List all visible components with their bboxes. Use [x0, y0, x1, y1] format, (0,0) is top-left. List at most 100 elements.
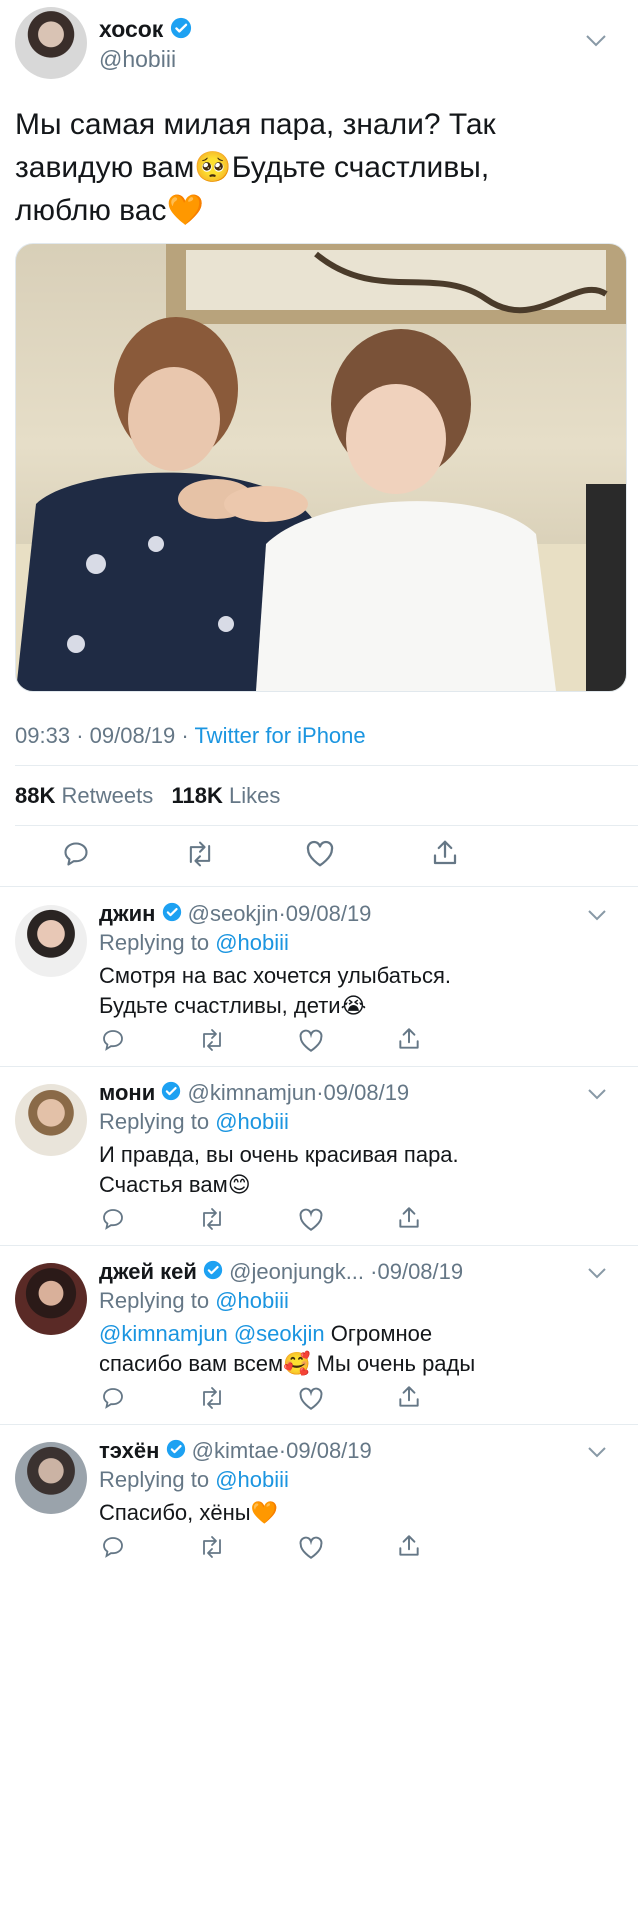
- reply-header: мони @kimnamjun·09/08/19: [99, 1079, 409, 1108]
- share-icon: [433, 840, 457, 865]
- chevron-down-icon[interactable]: [587, 908, 607, 926]
- share-button[interactable]: [396, 1026, 422, 1057]
- retweet-button[interactable]: [198, 1386, 226, 1415]
- tweet-text-line: люблю вас🧡: [15, 194, 204, 227]
- reply-author-handle[interactable]: @jeonjungk...: [229, 1259, 364, 1284]
- verified-badge-icon: [162, 901, 182, 929]
- reply-header: тэхён @kimtae·09/08/19: [99, 1437, 372, 1466]
- like-button[interactable]: [298, 1387, 324, 1416]
- share-icon: [399, 1386, 419, 1407]
- retweets-count[interactable]: 88K: [15, 783, 55, 808]
- reply-author-name[interactable]: джей кей: [99, 1259, 197, 1284]
- author-name-row[interactable]: хосок: [99, 15, 192, 45]
- divider: [15, 765, 638, 766]
- reply-author-handle[interactable]: @kimnamjun: [188, 1080, 317, 1105]
- tweet-timestamp-row: 09:33 · 09/08/19 · Twitter for iPhone: [15, 723, 366, 748]
- divider: [15, 825, 638, 826]
- retweet-icon: [203, 1536, 221, 1558]
- retweet-icon: [203, 1029, 221, 1051]
- chevron-down-icon[interactable]: [587, 1087, 607, 1105]
- reply-button[interactable]: [62, 840, 90, 873]
- reply-avatar[interactable]: [15, 1263, 87, 1335]
- reply-header: джей кей @jeonjungk... ·09/08/19: [99, 1258, 463, 1287]
- retweet-icon: [203, 1208, 221, 1230]
- like-button[interactable]: [298, 1208, 324, 1237]
- reply-text: @kimnamjun @seokjin Огромное спасибо вам…: [99, 1321, 476, 1376]
- tweet-media-image[interactable]: [15, 243, 627, 692]
- like-button[interactable]: [298, 1029, 324, 1058]
- heart-icon: [299, 1029, 323, 1052]
- replying-to-link[interactable]: @hobiii: [215, 1288, 289, 1313]
- reply-button[interactable]: [101, 1028, 125, 1057]
- reply-button[interactable]: [101, 1386, 125, 1415]
- orange-heart-icon: 🧡: [166, 194, 204, 227]
- reply-text: И правда, вы очень красивая пара. Счасть…: [99, 1142, 459, 1197]
- retweet-button[interactable]: [198, 1535, 226, 1564]
- author-avatar[interactable]: [15, 7, 87, 79]
- reply-avatar[interactable]: [15, 1442, 87, 1514]
- verified-badge-icon: [161, 1080, 181, 1108]
- orange-heart-icon: 🧡: [250, 1500, 278, 1525]
- reply-date: 09/08/19: [377, 1259, 464, 1284]
- tweet-source-link[interactable]: Twitter for iPhone: [194, 723, 365, 748]
- mention-link[interactable]: @seokjin: [234, 1321, 325, 1346]
- reply-avatar[interactable]: [15, 905, 87, 977]
- mention-link[interactable]: @kimnamjun: [99, 1321, 228, 1346]
- tweet-stats-row: 88K Retweets 118K Likes: [15, 782, 280, 810]
- divider: [0, 1245, 638, 1246]
- share-button[interactable]: [396, 1533, 422, 1564]
- reply-icon: [103, 1209, 123, 1230]
- share-button[interactable]: [396, 1384, 422, 1415]
- reply-author-handle[interactable]: @seokjin: [188, 901, 279, 926]
- reply-author-handle[interactable]: @kimtae: [192, 1438, 279, 1463]
- likes-label[interactable]: Likes: [229, 783, 280, 808]
- heart-icon: [299, 1208, 323, 1231]
- divider: [0, 886, 638, 887]
- tweet-text-line: Мы самая милая пара, знали? Так: [15, 108, 496, 141]
- reply-author-name[interactable]: мони: [99, 1080, 155, 1105]
- retweet-button[interactable]: [198, 1207, 226, 1236]
- reply-avatar[interactable]: [15, 1084, 87, 1156]
- like-button[interactable]: [298, 1536, 324, 1565]
- author-name[interactable]: хосок: [99, 16, 163, 42]
- reply-icon: [103, 1030, 123, 1051]
- reply-header: джин @seokjin·09/08/19: [99, 900, 371, 929]
- tweet-text: Мы самая милая пара, знали? Так завидую …: [15, 103, 625, 232]
- heart-icon: [299, 1536, 323, 1559]
- verified-badge-icon: [166, 1438, 186, 1466]
- loudly-crying-face-icon: 😭: [340, 993, 367, 1018]
- reply-text: Спасибо, хёны🧡: [99, 1500, 278, 1525]
- like-button[interactable]: [305, 840, 335, 873]
- reply-icon: [103, 1537, 123, 1558]
- reply-button[interactable]: [101, 1535, 125, 1564]
- reply-icon: [103, 1388, 123, 1409]
- likes-count[interactable]: 118K: [171, 783, 222, 808]
- author-handle[interactable]: @hobiii: [99, 45, 176, 73]
- retweets-label[interactable]: Retweets: [61, 783, 153, 808]
- smiling-face-icon: 😊: [227, 1172, 251, 1197]
- reply-date: 09/08/19: [323, 1080, 410, 1105]
- share-icon: [399, 1028, 419, 1049]
- divider: [0, 1066, 638, 1067]
- reply-button[interactable]: [101, 1207, 125, 1236]
- reply-author-name[interactable]: джин: [99, 901, 155, 926]
- reply-author-name[interactable]: тэхён: [99, 1438, 159, 1463]
- share-button[interactable]: [396, 1205, 422, 1236]
- replying-to-link[interactable]: @hobiii: [215, 1109, 289, 1134]
- replying-to-link[interactable]: @hobiii: [215, 1467, 289, 1492]
- chevron-down-icon[interactable]: [585, 34, 607, 53]
- retweet-button[interactable]: [198, 1028, 226, 1057]
- reply-date: 09/08/19: [286, 1438, 372, 1463]
- chevron-down-icon[interactable]: [587, 1445, 607, 1463]
- replying-to-row: Replying to @hobiii: [99, 930, 289, 955]
- retweet-icon: [189, 841, 211, 867]
- share-icon: [399, 1207, 419, 1228]
- share-icon: [399, 1535, 419, 1556]
- replying-to-link[interactable]: @hobiii: [215, 930, 289, 955]
- retweet-button[interactable]: [184, 840, 216, 873]
- tweet-text-line: завидую вам🥺Будьте счастливы,: [15, 151, 490, 184]
- replying-to-row: Replying to @hobiii: [99, 1288, 289, 1313]
- chevron-down-icon[interactable]: [587, 1266, 607, 1284]
- share-button[interactable]: [430, 838, 460, 873]
- reply-date: 09/08/19: [285, 901, 372, 926]
